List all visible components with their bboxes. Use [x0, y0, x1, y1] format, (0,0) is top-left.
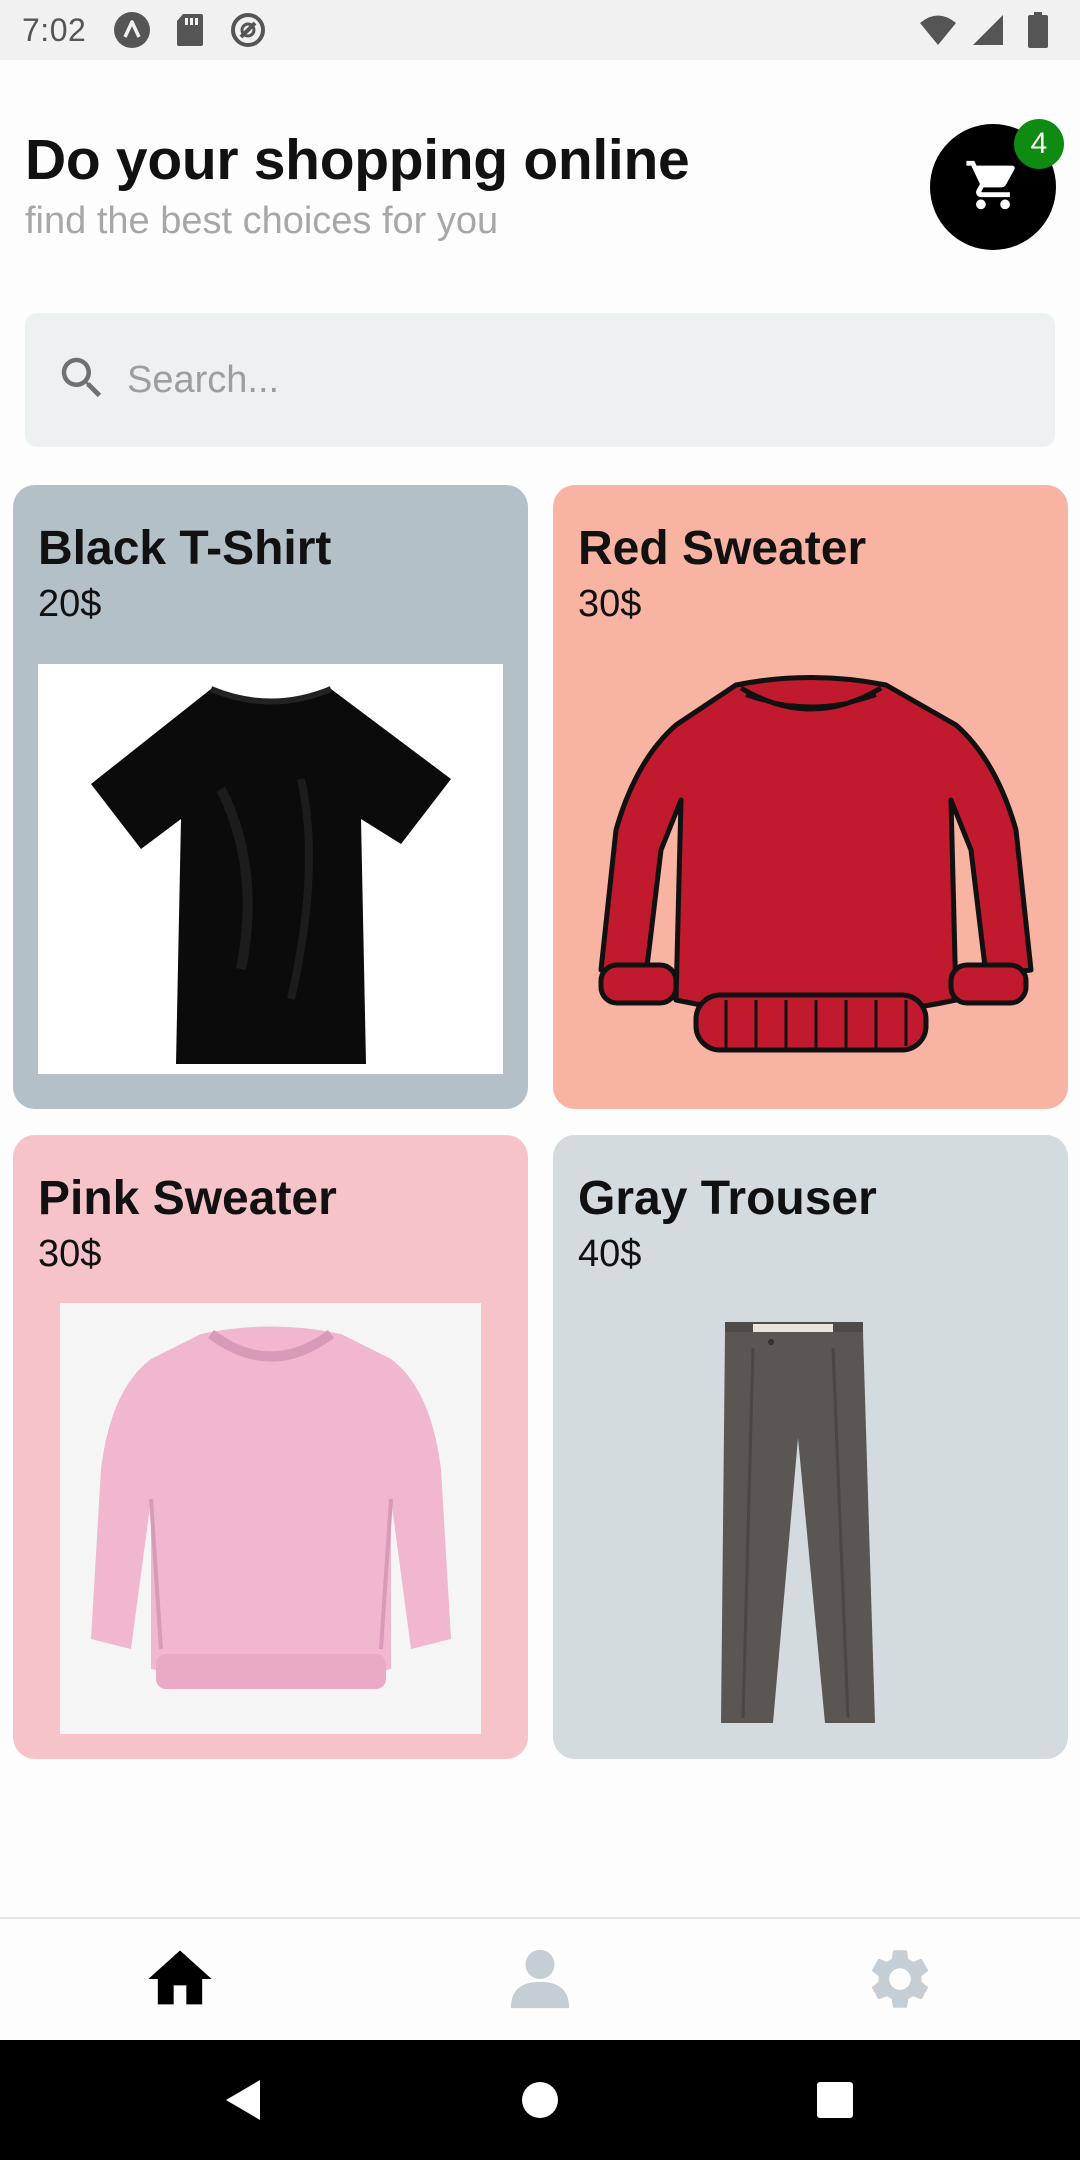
header: Do your shopping online find the best ch… [25, 125, 925, 245]
product-price: 20$ [38, 583, 102, 625]
battery-icon [1018, 10, 1058, 50]
product-price: 30$ [578, 583, 642, 625]
pink-sweater-image [60, 1303, 481, 1734]
recents-icon[interactable] [805, 2070, 865, 2130]
signal-icon [968, 10, 1008, 50]
sd-card-icon [170, 10, 210, 50]
status-bar: 7:02 [0, 0, 1080, 60]
status-time: 7:02 [22, 11, 87, 48]
status-icons-left [112, 10, 268, 50]
nav-profile[interactable] [500, 1941, 580, 2021]
search-icon [55, 351, 109, 410]
wifi-icon [918, 10, 958, 50]
settings-icon [864, 1943, 936, 2020]
app-a-icon [112, 10, 152, 50]
nav-home[interactable] [140, 1941, 220, 2021]
product-card-pink-sweater[interactable]: Pink Sweater 30$ [13, 1135, 528, 1759]
black-tshirt-image [38, 664, 503, 1074]
product-card-red-sweater[interactable]: Red Sweater 30$ [553, 485, 1068, 1109]
cart-badge: 4 [1014, 119, 1064, 169]
user-icon [505, 1944, 575, 2019]
product-price: 30$ [38, 1233, 102, 1275]
product-name: Gray Trouser [578, 1172, 877, 1225]
status-icons-right [918, 10, 1058, 50]
search-box[interactable] [25, 313, 1055, 447]
gray-trouser-image [693, 1315, 893, 1735]
product-price: 40$ [578, 1233, 642, 1275]
page-title: Do your shopping online [25, 128, 690, 192]
back-icon[interactable] [212, 2070, 272, 2130]
sync-icon [228, 10, 268, 50]
home-button-icon[interactable] [510, 2070, 570, 2130]
nav-settings[interactable] [860, 1941, 940, 2021]
product-name: Black T-Shirt [38, 522, 332, 575]
search-input[interactable] [127, 358, 1027, 402]
cart-icon [964, 156, 1022, 219]
product-name: Red Sweater [578, 522, 867, 575]
system-nav-bar [0, 2040, 1080, 2160]
bottom-nav [0, 1917, 1080, 2040]
product-name: Pink Sweater [38, 1172, 337, 1225]
product-card-black-tshirt[interactable]: Black T-Shirt 20$ [13, 485, 528, 1109]
home-icon [142, 1941, 218, 2022]
red-sweater-image [573, 670, 1048, 1070]
product-card-gray-trouser[interactable]: Gray Trouser 40$ [553, 1135, 1068, 1759]
page-subtitle: find the best choices for you [25, 200, 499, 242]
app-screen: 7:02 Do your shopping online find the be… [0, 0, 1080, 2160]
